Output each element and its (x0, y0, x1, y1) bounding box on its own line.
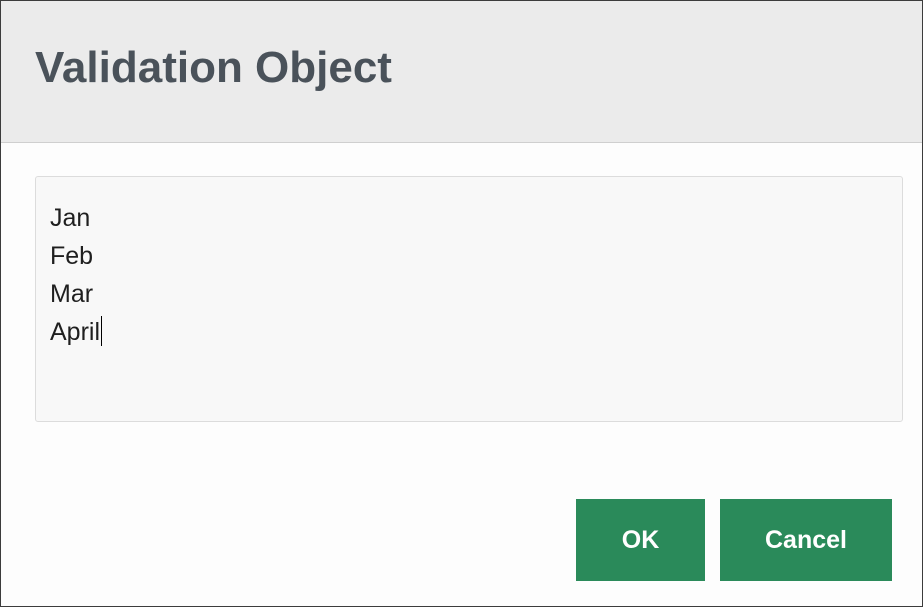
ok-button[interactable]: OK (576, 499, 705, 581)
value-line-mar: Mar (50, 280, 94, 308)
dialog-title: Validation Object (35, 43, 392, 92)
dialog-header: Validation Object (1, 1, 922, 143)
validation-object-dialog: Validation Object Jan Feb Mar April OK C… (0, 0, 923, 607)
value-line-april-text: April (50, 318, 101, 346)
values-textarea[interactable]: Jan Feb Mar April (35, 176, 903, 422)
text-cursor (101, 316, 103, 346)
cancel-button[interactable]: Cancel (720, 499, 892, 581)
value-line-april: April (50, 313, 888, 351)
value-line-jan: Jan (50, 204, 91, 232)
value-line-feb: Feb (50, 242, 94, 270)
